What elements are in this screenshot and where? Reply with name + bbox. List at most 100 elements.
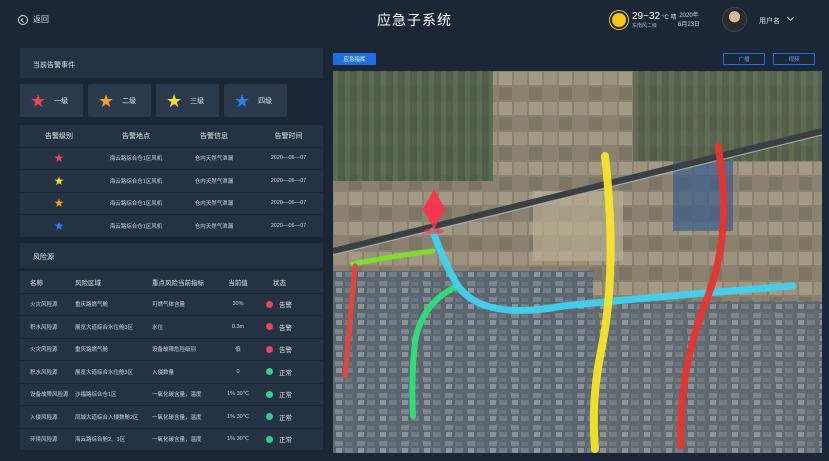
alarm-info: 仓内天然气泄漏 <box>194 178 234 185</box>
satellite-map[interactable] <box>333 71 822 453</box>
col-header: 告警时间 <box>274 132 303 140</box>
table-header: 名称 风险区域 重点风险当前指标 当前值 状态 <box>20 271 323 294</box>
avatar[interactable] <box>722 7 747 32</box>
col-header: 重点风险当前指标 <box>152 279 204 287</box>
status-badge: 告警 <box>279 324 292 332</box>
risk-area: 海云路综合舱2、3区 <box>75 437 126 444</box>
risk-indicator: 入侵数量 <box>152 369 175 376</box>
risk-indicator: 一氧化碳含量，温度 <box>152 414 202 421</box>
risk-name: 积水风险源 <box>30 369 58 376</box>
star-icon: ★ <box>53 151 65 166</box>
username[interactable]: 用户名 <box>759 16 780 26</box>
status-badge: 正常 <box>279 414 292 422</box>
page-title: 应急子系统 <box>377 12 452 28</box>
table-row[interactable]: ★ 海云路综合仓1区风机 仓内天然气泄漏 2020—06—07 <box>20 215 323 238</box>
star-icon: ★ <box>166 90 183 111</box>
level-filter-1[interactable]: ★ 一级 <box>20 84 83 117</box>
risk-value: 1% 30℃ <box>227 436 249 443</box>
star-icon: ★ <box>234 90 251 111</box>
alarm-time: 2020—06—07 <box>270 155 307 162</box>
col-header: 告警地点 <box>122 132 150 140</box>
status-dot <box>266 323 273 331</box>
risk-value: 1% 30℃ <box>227 413 249 420</box>
risk-name: 设备故障风险源 <box>30 392 69 399</box>
star-icon: ★ <box>53 218 65 233</box>
alarm-table: 告警级别 告警地点 告警信息 告警时间 ★ 海云路综合仓1区风机 仓内天然气泄漏… <box>20 125 323 238</box>
sun-icon <box>612 13 626 27</box>
risk-value: 0.3m <box>231 323 245 330</box>
table-row[interactable]: 入侵风险源 凤城大道综合入侵数舱2区 一氧化碳含量，温度 1% 30℃ 正常 <box>20 406 323 429</box>
status-dot <box>266 345 273 353</box>
col-header: 当前值 <box>228 279 248 287</box>
alarm-time: 2020—06—07 <box>270 177 307 184</box>
table-row[interactable]: 设备故障风险源 沙福路综合仓1区 一氧化碳含量，温度 1% 30℃ 正常 <box>20 383 323 406</box>
risk-panel-header: 风险源 <box>20 243 323 268</box>
table-row[interactable]: 火灾风险源 重庆路燃气舱 设备故障危险级别 低 告警 <box>20 338 323 361</box>
risk-name: 火灾风险源 <box>30 302 58 309</box>
risk-value: 30% <box>232 301 244 308</box>
col-header: 风险区域 <box>75 279 101 287</box>
alarm-panel-title: 当前告警事件 <box>33 62 75 69</box>
table-row[interactable]: 环境风险源 海云路综合舱2、3区 一氧化碳含量，温度 1% 30℃ 正常 <box>20 428 323 451</box>
weather-widget: 29~32 °C 晴 东南风二级 <box>612 11 677 29</box>
risk-value: 0 <box>236 368 240 375</box>
table-header: 告警级别 告警地点 告警信息 告警时间 <box>20 125 323 148</box>
emergency-command-tag[interactable]: 应急指挥 <box>333 53 376 65</box>
level-filter-2[interactable]: ★ 二级 <box>88 84 151 117</box>
risk-area: 展览大道综合水位舱3区 <box>75 324 134 331</box>
status-dot <box>266 300 273 308</box>
risk-table: 名称 风险区域 重点风险当前指标 当前值 状态 火灾风险源 重庆路燃气舱 可燃气… <box>20 271 323 451</box>
risk-name: 积水风险源 <box>30 324 58 331</box>
table-row[interactable]: 积水风险源 展览大道综合水位舱3区 水位 0.3m 告警 <box>20 316 323 339</box>
risk-value: 1% 30℃ <box>227 391 249 398</box>
table-row[interactable]: ★ 海云路综合仓1区风机 仓内天然气泄漏 2020—06—07 <box>20 170 323 193</box>
status-badge: 正常 <box>279 392 292 400</box>
star-icon: ★ <box>53 196 65 211</box>
risk-indicator: 设备故障危险级别 <box>152 347 197 354</box>
risk-indicator: 水位 <box>152 324 164 331</box>
table-row[interactable]: 火灾风险源 重庆路燃气舱 可燃气体含量 30% 告警 <box>20 293 323 316</box>
alarm-info: 仓内天然气泄漏 <box>194 223 234 230</box>
level-filter-4[interactable]: ★ 四级 <box>224 84 287 117</box>
date-display: 2020年 6月23日 <box>678 13 701 28</box>
alarm-time: 2020—06—07 <box>270 200 307 207</box>
alarm-panel-header: 当前告警事件 <box>20 48 323 78</box>
alarm-location: 海云路综合仓1区风机 <box>109 156 163 163</box>
table-row[interactable]: ★ 海云路综合仓1区风机 仓内天然气泄漏 2020—06—07 <box>20 192 323 215</box>
risk-area: 重庆路燃气舱 <box>75 302 109 309</box>
weather-temp: 29~32 °C 晴 <box>632 11 677 22</box>
table-row[interactable]: 积水风险源 展览大道综合水位舱3区 入侵数量 0 正常 <box>20 361 323 384</box>
alarm-location: 海云路综合仓1区风机 <box>109 201 163 208</box>
status-dot <box>266 413 273 421</box>
alarm-location: 海云路综合仓1区风机 <box>109 178 163 185</box>
risk-area: 重庆路燃气舱 <box>75 347 109 354</box>
col-header: 名称 <box>30 279 43 287</box>
status-dot <box>266 435 273 443</box>
video-button[interactable]: 视频 <box>773 53 815 65</box>
risk-area: 凤城大道综合入侵数舱2区 <box>75 414 139 421</box>
risk-area: 展览大道综合水位舱3区 <box>75 369 134 376</box>
status-badge: 告警 <box>279 302 292 310</box>
alarm-info: 仓内天然气泄漏 <box>194 201 234 208</box>
star-icon: ★ <box>53 173 65 188</box>
broadcast-button[interactable]: 广播 <box>723 53 765 65</box>
status-dot <box>266 368 273 376</box>
risk-indicator: 一氧化碳含量，温度 <box>152 437 202 444</box>
risk-area: 沙福路综合仓1区 <box>75 392 117 399</box>
level-filter-3[interactable]: ★ 三级 <box>156 84 219 117</box>
risk-name: 入侵风险源 <box>30 414 58 421</box>
status-dot <box>266 390 273 398</box>
alarm-location: 海云路综合仓1区风机 <box>109 223 163 230</box>
star-icon: ★ <box>30 90 47 111</box>
status-badge: 正常 <box>279 369 292 377</box>
alarm-level-filters: ★ 一级 ★ 二级 ★ 三级 ★ 四级 <box>20 84 323 117</box>
header-bar: 返回 应急子系统 29~32 °C 晴 东南风二级 2020年 6月23日 用户名 <box>0 0 829 40</box>
risk-name: 环境风险源 <box>30 437 58 444</box>
risk-value: 低 <box>235 347 241 354</box>
col-header: 状态 <box>273 279 286 287</box>
col-header: 告警信息 <box>200 132 228 140</box>
table-row[interactable]: ★ 海云路综合仓1区风机 仓内天然气泄漏 2020—06—07 <box>20 147 323 170</box>
risk-name: 火灾风险源 <box>30 347 58 354</box>
weather-wind: 东南风二级 <box>632 23 658 29</box>
star-icon: ★ <box>98 90 115 111</box>
